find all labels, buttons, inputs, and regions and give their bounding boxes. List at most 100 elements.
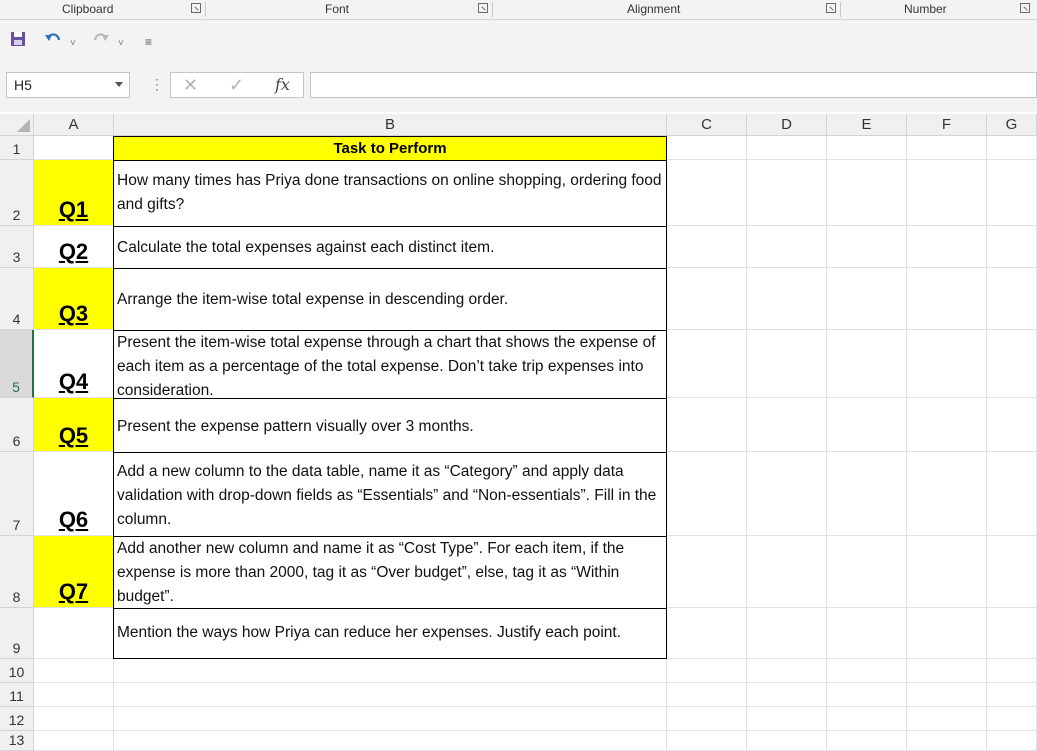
task-cell-q2[interactable]: Calculate the total expenses against eac… <box>113 226 667 269</box>
row-header-10[interactable]: 10 <box>0 659 34 683</box>
cell-a9[interactable] <box>34 608 114 659</box>
cell-e3[interactable] <box>827 226 907 268</box>
cell-e4[interactable] <box>827 268 907 330</box>
cell-e9[interactable] <box>827 608 907 659</box>
cell-d10[interactable] <box>747 659 827 683</box>
cell-g9[interactable] <box>987 608 1037 659</box>
cell-b10[interactable] <box>114 659 667 683</box>
cell-e2[interactable] <box>827 160 907 226</box>
cell-g3[interactable] <box>987 226 1037 268</box>
cell-d7[interactable] <box>747 452 827 536</box>
row-header-6[interactable]: 6 <box>0 398 34 452</box>
cell-e1[interactable] <box>827 136 907 160</box>
cell-c6[interactable] <box>667 398 747 452</box>
cell-a4[interactable]: Q3 <box>34 268 114 330</box>
more-options-icon[interactable]: ⋮ <box>150 76 164 93</box>
task-cell-q6[interactable]: Add a new column to the data table, name… <box>113 452 667 537</box>
cell-d3[interactable] <box>747 226 827 268</box>
undo-dropdown-icon[interactable]: ˅ <box>70 34 76 54</box>
row-header-8[interactable]: 8 <box>0 536 34 608</box>
alignment-launcher-icon[interactable] <box>826 3 836 13</box>
customize-icon[interactable]: ≡ <box>145 32 152 52</box>
task-cell-q4[interactable]: Present the item-wise total expense thro… <box>113 330 667 399</box>
cell-d6[interactable] <box>747 398 827 452</box>
column-header-e[interactable]: E <box>827 114 907 136</box>
cell-c2[interactable] <box>667 160 747 226</box>
cell-e13[interactable] <box>827 731 907 751</box>
cell-c1[interactable] <box>667 136 747 160</box>
cell-d2[interactable] <box>747 160 827 226</box>
row-header-3[interactable]: 3 <box>0 226 34 268</box>
cell-b11[interactable] <box>114 683 667 707</box>
cell-b13[interactable] <box>114 731 667 751</box>
redo-dropdown-icon[interactable]: ˅ <box>118 34 124 54</box>
cell-c5[interactable] <box>667 330 747 398</box>
cell-b12[interactable] <box>114 707 667 731</box>
cell-a10[interactable] <box>34 659 114 683</box>
redo-icon[interactable] <box>92 31 110 47</box>
cell-g10[interactable] <box>987 659 1037 683</box>
insert-function-icon[interactable]: fx <box>275 74 290 96</box>
row-header-12[interactable]: 12 <box>0 707 34 731</box>
task-cell-q8[interactable]: Mention the ways how Priya can reduce he… <box>113 608 667 659</box>
cell-f2[interactable] <box>907 160 987 226</box>
row-header-13[interactable]: 13 <box>0 731 34 751</box>
cell-f4[interactable] <box>907 268 987 330</box>
cell-f13[interactable] <box>907 731 987 751</box>
cell-f1[interactable] <box>907 136 987 160</box>
formula-input[interactable] <box>310 72 1037 98</box>
row-header-5[interactable]: 5 <box>0 330 34 398</box>
cell-c7[interactable] <box>667 452 747 536</box>
task-cell-q1[interactable]: How many times has Priya done transactio… <box>113 160 667 227</box>
column-header-d[interactable]: D <box>747 114 827 136</box>
task-cell-q3[interactable]: Arrange the item-wise total expense in d… <box>113 268 667 331</box>
cell-d4[interactable] <box>747 268 827 330</box>
cell-d13[interactable] <box>747 731 827 751</box>
cell-a12[interactable] <box>34 707 114 731</box>
cell-d11[interactable] <box>747 683 827 707</box>
cell-e10[interactable] <box>827 659 907 683</box>
cell-f7[interactable] <box>907 452 987 536</box>
cell-e6[interactable] <box>827 398 907 452</box>
font-launcher-icon[interactable] <box>478 3 488 13</box>
cell-a3[interactable]: Q2 <box>34 226 114 268</box>
cell-a7[interactable]: Q6 <box>34 452 114 536</box>
cell-f6[interactable] <box>907 398 987 452</box>
cell-g13[interactable] <box>987 731 1037 751</box>
column-header-b[interactable]: B <box>114 114 667 136</box>
enter-icon[interactable]: ✓ <box>229 74 244 96</box>
row-header-11[interactable]: 11 <box>0 683 34 707</box>
cell-e5[interactable] <box>827 330 907 398</box>
cell-d8[interactable] <box>747 536 827 608</box>
cell-g6[interactable] <box>987 398 1037 452</box>
cell-a13[interactable] <box>34 731 114 751</box>
select-all-corner[interactable] <box>0 114 34 136</box>
cell-d1[interactable] <box>747 136 827 160</box>
cell-a11[interactable] <box>34 683 114 707</box>
cell-a8[interactable]: Q7 <box>34 536 114 608</box>
cell-g2[interactable] <box>987 160 1037 226</box>
cell-f8[interactable] <box>907 536 987 608</box>
row-header-1[interactable]: 1 <box>0 136 34 160</box>
row-header-4[interactable]: 4 <box>0 268 34 330</box>
cell-d12[interactable] <box>747 707 827 731</box>
clipboard-launcher-icon[interactable] <box>191 3 201 13</box>
undo-icon[interactable] <box>44 31 62 47</box>
cell-c3[interactable] <box>667 226 747 268</box>
task-cell-q7[interactable]: Add another new column and name it as “C… <box>113 536 667 609</box>
cell-c13[interactable] <box>667 731 747 751</box>
cell-g8[interactable] <box>987 536 1037 608</box>
cell-f11[interactable] <box>907 683 987 707</box>
task-cell-q5[interactable]: Present the expense pattern visually ove… <box>113 398 667 453</box>
task-header-cell[interactable]: Task to Perform <box>113 136 667 161</box>
cell-e12[interactable] <box>827 707 907 731</box>
chevron-down-icon[interactable] <box>115 82 123 87</box>
cell-c12[interactable] <box>667 707 747 731</box>
cell-a2[interactable]: Q1 <box>34 160 114 226</box>
cell-g5[interactable] <box>987 330 1037 398</box>
save-icon[interactable] <box>10 31 26 47</box>
cell-g11[interactable] <box>987 683 1037 707</box>
cell-a5[interactable]: Q4 <box>34 330 114 398</box>
column-header-f[interactable]: F <box>907 114 987 136</box>
row-header-7[interactable]: 7 <box>0 452 34 536</box>
